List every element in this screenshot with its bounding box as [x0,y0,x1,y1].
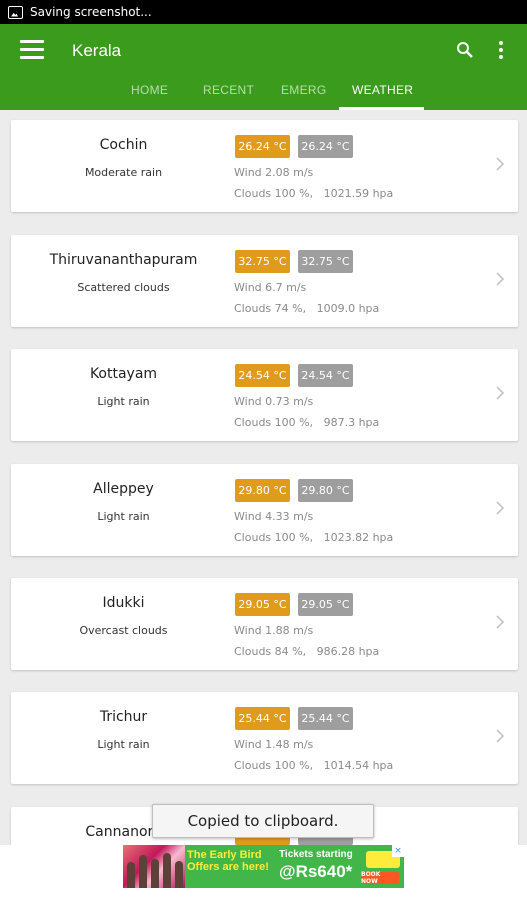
temperature-badge: 29.80 °C [235,479,290,502]
search-icon[interactable] [456,41,473,58]
weather-card-thiruvananthapuram[interactable]: Thiruvananthapuram Scattered clouds 32.7… [11,235,518,327]
weather-card-alleppey[interactable]: Alleppey Light rain 29.80 °C 29.80 °C Wi… [11,464,518,556]
tab-recent[interactable]: RECENT [203,83,254,97]
city-name: Cochin [99,137,148,153]
ad-close-icon[interactable]: × [392,845,404,857]
city-name: Kottayam [89,366,158,382]
temperature-badge-secondary: 29.05 °C [298,593,353,616]
wind-text: Wind 0.73 m/s [234,395,314,408]
weather-description: Overcast clouds [79,624,168,637]
status-text: Saving screenshot... [30,5,152,19]
temperature-badge-secondary: 24.54 °C [298,364,353,387]
clouds-pressure-text: Clouds 84 %, 986.28 hpa [234,645,380,658]
weather-description: Light rain [97,510,150,523]
wind-text: Wind 1.88 m/s [234,624,314,637]
city-name: Trichur [99,709,148,725]
weather-card-kottayam[interactable]: Kottayam Light rain 24.54 °C 24.54 °C Wi… [11,349,518,441]
chevron-right-icon [496,729,505,743]
menu-icon[interactable] [20,40,44,60]
clouds-pressure-text: Clouds 100 %, 1023.82 hpa [234,531,394,544]
weather-card-trichur[interactable]: Trichur Light rain 25.44 °C 25.44 °C Win… [11,692,518,784]
weather-description: Light rain [97,395,150,408]
temperature-badge: 32.75 °C [235,250,290,273]
ad-headline: The Early Bird Offers are here! [187,849,269,873]
status-bar: Saving screenshot... [0,0,527,24]
tab-home[interactable]: HOME [131,83,168,97]
temperature-badge: 24.54 °C [235,364,290,387]
wind-text: Wind 6.7 m/s [234,281,307,294]
ad-banner-bar: The Early Bird Offers are here! Tickets … [0,845,527,900]
temperature-badge-secondary: 25.44 °C [298,707,353,730]
ad-book-now-button[interactable]: BOOK NOW [361,871,399,885]
toast-message: Copied to clipboard. [152,804,374,838]
ad-tickets-text: Tickets starting [279,849,353,860]
tab-emerg[interactable]: EMERG [281,83,327,97]
weather-list[interactable]: Cochin Moderate rain 26.24 °C 26.24 °C W… [0,110,527,845]
wind-text: Wind 1.48 m/s [234,738,314,751]
weather-description: Scattered clouds [77,281,170,294]
temperature-badge: 26.24 °C [235,135,290,158]
city-name: Thiruvananthapuram [49,252,198,268]
more-vert-icon[interactable] [497,41,505,59]
temperature-badge: 29.05 °C [235,593,290,616]
chevron-right-icon [496,615,505,629]
clouds-pressure-text: Clouds 74 %, 1009.0 hpa [234,302,380,315]
temperature-badge-secondary: 32.75 °C [298,250,353,273]
chevron-right-icon [496,501,505,515]
city-name: Idukki [102,595,145,611]
chevron-right-icon [496,157,505,171]
weather-description: Moderate rain [84,166,163,179]
chevron-right-icon [496,386,505,400]
clouds-pressure-text: Clouds 100 %, 1021.59 hpa [234,187,394,200]
screenshot-icon [8,5,23,19]
temperature-badge-secondary: 29.80 °C [298,479,353,502]
weather-card-idukki[interactable]: Idukki Overcast clouds 29.05 °C 29.05 °C… [11,578,518,670]
temperature-badge: 25.44 °C [235,707,290,730]
clouds-pressure-text: Clouds 100 %, 987.3 hpa [234,416,380,429]
ad-banner[interactable]: The Early Bird Offers are here! Tickets … [123,845,404,888]
weather-description: Light rain [97,738,150,751]
ad-price: @Rs640* [279,862,353,881]
ad-image [123,845,185,888]
wind-text: Wind 4.33 m/s [234,510,314,523]
wind-text: Wind 2.08 m/s [234,166,314,179]
tab-weather[interactable]: WEATHER [352,83,413,97]
tab-bar: HOME RECENT EMERG WEATHER [0,80,527,110]
city-name: Alleppey [93,481,154,497]
page-title: Kerala [72,41,122,60]
app-bar: Kerala HOME RECENT EMERG WEATHER [0,24,527,110]
clouds-pressure-text: Clouds 100 %, 1014.54 hpa [234,759,394,772]
weather-card-cochin[interactable]: Cochin Moderate rain 26.24 °C 26.24 °C W… [11,120,518,212]
chevron-right-icon [496,272,505,286]
temperature-badge-secondary: 26.24 °C [298,135,353,158]
